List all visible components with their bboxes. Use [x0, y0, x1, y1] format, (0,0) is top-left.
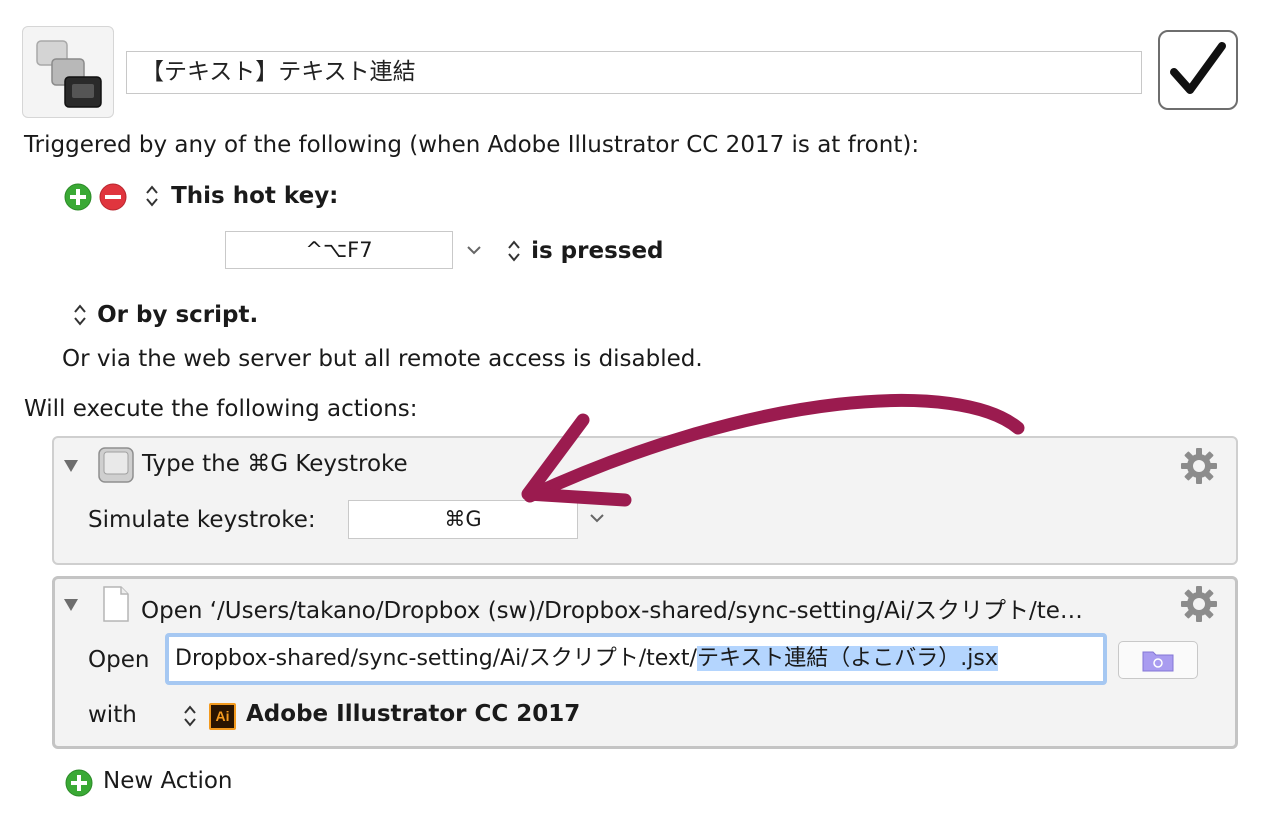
updown-chevron-icon [74, 304, 86, 326]
file-path-selected: テキスト連結（よこバラ）.jsx [696, 646, 998, 671]
keyboard-keys-icon [36, 40, 102, 108]
macro-icon[interactable] [22, 26, 114, 118]
application-name: Adobe Illustrator CC 2017 [246, 701, 581, 727]
open-label: Open [88, 647, 150, 673]
document-icon [103, 586, 129, 622]
updown-chevron-icon [508, 240, 520, 262]
with-label: with [88, 702, 137, 728]
keystroke-dropdown-chevron-icon[interactable] [589, 512, 605, 524]
trigger-header: Triggered by any of the following (when … [24, 132, 920, 158]
updown-chevron-icon [184, 705, 196, 727]
illustrator-app-icon: Ai [209, 703, 236, 730]
add-trigger-button[interactable] [64, 183, 92, 211]
file-path-field[interactable]: Dropbox-shared/sync-setting/Ai/スクリプト/tex… [165, 633, 1107, 685]
macro-name-field[interactable]: 【テキスト】テキスト連結 [126, 51, 1142, 94]
file-path-plain: Dropbox-shared/sync-setting/Ai/スクリプト/tex… [175, 646, 697, 671]
add-icon[interactable] [65, 769, 93, 797]
updown-chevron-icon [146, 185, 158, 207]
disclosure-triangle-icon[interactable] [63, 598, 79, 612]
application-popup[interactable] [182, 703, 198, 733]
gear-icon[interactable] [1179, 446, 1219, 486]
keystroke-action-icon [98, 447, 134, 483]
web-server-note: Or via the web server but all remote acc… [62, 346, 703, 372]
trigger-type-popup[interactable]: This hot key: [144, 183, 338, 209]
hotkey-dropdown-chevron-icon[interactable] [466, 244, 482, 256]
choose-file-button[interactable] [1118, 641, 1198, 679]
macro-enabled-checkbox[interactable] [1158, 30, 1238, 110]
script-trigger-label: Or by script. [97, 302, 259, 328]
open-action-title: Open ‘/Users/takano/Dropbox (sw)/Dropbox… [141, 598, 1083, 624]
actions-header: Will execute the following actions: [24, 396, 418, 422]
folder-icon [1142, 651, 1174, 672]
new-action-button[interactable]: New Action [103, 768, 233, 794]
script-trigger-popup[interactable]: Or by script. [72, 302, 258, 328]
gear-icon[interactable] [1179, 584, 1219, 624]
remove-trigger-button[interactable] [99, 183, 127, 211]
keystroke-action-title: Type the ⌘G Keystroke [142, 451, 408, 477]
hotkey-field[interactable]: ^⌥F7 [225, 231, 453, 269]
checkmark-icon [1170, 42, 1226, 94]
hotkey-trigger-label: This hot key: [171, 183, 339, 209]
disclosure-triangle-icon[interactable] [63, 459, 79, 473]
keystroke-field[interactable]: ⌘G [348, 500, 578, 539]
simulate-keystroke-label: Simulate keystroke: [88, 507, 316, 533]
hotkey-condition-label: is pressed [531, 238, 664, 264]
hotkey-condition-popup[interactable]: is pressed [506, 238, 664, 264]
